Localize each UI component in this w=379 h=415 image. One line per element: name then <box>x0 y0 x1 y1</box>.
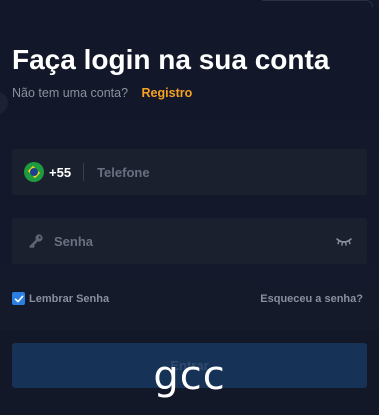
remember-checkbox[interactable] <box>12 292 25 305</box>
country-code[interactable]: +55 <box>49 165 71 180</box>
page-title: Faça login na sua conta <box>12 44 330 75</box>
checkmark-icon <box>14 295 23 302</box>
phone-input[interactable] <box>95 163 367 181</box>
remember-label: Lembrar Senha <box>29 292 110 305</box>
key-icon <box>29 234 43 249</box>
phone-field[interactable]: +55 <box>12 149 367 195</box>
brazil-flag-icon[interactable] <box>24 162 44 182</box>
signup-prompt: Não tem uma conta? Registro <box>12 86 192 100</box>
eye-closed-icon[interactable] <box>335 234 353 248</box>
password-field[interactable] <box>12 218 367 264</box>
login-panel: Faça login na sua conta Não tem uma cont… <box>0 0 379 415</box>
watermark-text: gcc <box>153 353 226 399</box>
field-divider <box>83 163 85 181</box>
forgot-password-link[interactable]: Esqueceu a senha? <box>260 293 363 305</box>
register-link[interactable]: Registro <box>142 86 193 100</box>
signup-prompt-text: Não tem uma conta? <box>12 86 129 100</box>
side-handle <box>0 92 8 114</box>
password-input[interactable] <box>52 232 335 250</box>
remember-password-toggle[interactable]: Lembrar Senha <box>12 292 109 305</box>
